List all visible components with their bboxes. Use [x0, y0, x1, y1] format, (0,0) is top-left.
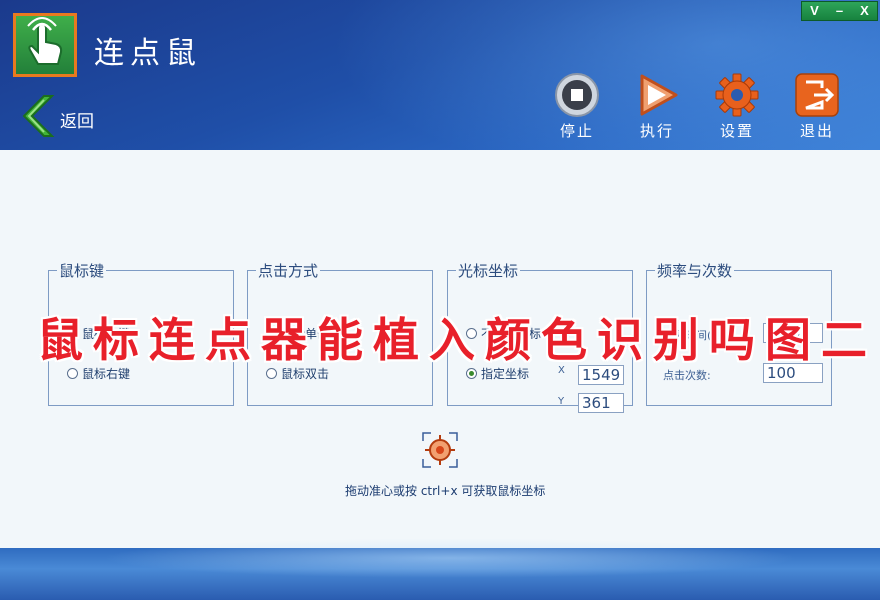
- mouse-button-group-title: 鼠标键: [59, 262, 105, 280]
- execute-label: 执行: [639, 122, 674, 140]
- back-button[interactable]: 返回: [18, 92, 128, 140]
- back-arrow-icon: [22, 95, 55, 137]
- stop-label: 停止: [559, 122, 594, 140]
- window-controls: V – X: [801, 1, 878, 21]
- settings-label: 设置: [719, 122, 754, 140]
- footer-glow: [100, 538, 800, 578]
- exit-button[interactable]: 退出: [786, 72, 846, 142]
- cursor-coord-group-title: 光标坐标: [458, 262, 519, 280]
- y-coord-input[interactable]: 361: [578, 393, 624, 413]
- app-title: 连点鼠: [94, 36, 202, 71]
- back-label: 返回: [60, 112, 94, 132]
- watermark-caption: 鼠标连点器能植入颜色识别吗图二: [37, 313, 877, 367]
- stop-button[interactable]: 停止: [546, 72, 606, 142]
- click-mode-group-title: 点击方式: [258, 262, 319, 280]
- exit-label: 退出: [799, 122, 834, 140]
- app-logo-icon: [13, 13, 77, 77]
- stop-icon: [555, 73, 599, 117]
- minimize-button[interactable]: –: [827, 2, 852, 20]
- play-icon: [640, 74, 678, 116]
- title-bar: 连点鼠 V – X 返回 停止 执行 设置 退出: [0, 0, 880, 150]
- gear-icon: [715, 73, 759, 117]
- footer-decoration: [0, 538, 880, 600]
- execute-button[interactable]: 执行: [626, 72, 686, 142]
- skin-button[interactable]: V: [802, 2, 827, 20]
- exit-icon: [795, 73, 839, 117]
- close-button[interactable]: X: [852, 2, 877, 20]
- frequency-group-title: 频率与次数: [657, 262, 733, 280]
- crosshair-hint: 拖动准心或按 ctrl+x 可获取鼠标坐标: [345, 484, 546, 498]
- settings-button[interactable]: 设置: [706, 72, 766, 142]
- y-label: Y: [558, 396, 565, 407]
- crosshair-icon[interactable]: [421, 431, 459, 469]
